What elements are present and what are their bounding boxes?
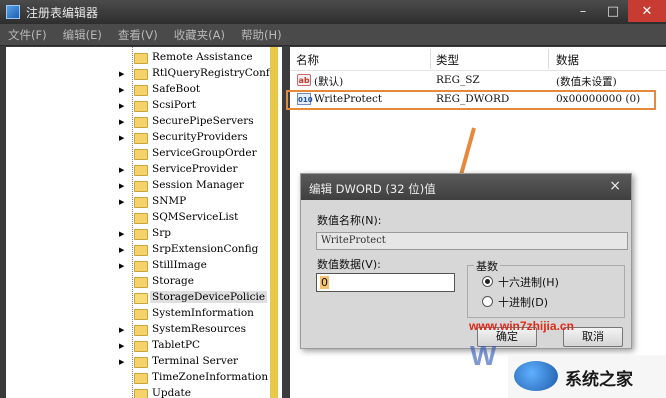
base-label: 基数 bbox=[474, 258, 500, 274]
watermark-logo-letter: W bbox=[470, 340, 497, 371]
watermark-brand: 系统之家 bbox=[565, 370, 633, 390]
value-name-label: 数值名称(N): bbox=[317, 214, 382, 227]
value-data-label: 数值数据(V): bbox=[317, 258, 381, 271]
hex-radio[interactable] bbox=[482, 276, 493, 287]
watermark-url: www.win7zhijia.cn bbox=[469, 319, 574, 333]
dialog-title: 编辑 DWORD (32 位)值 bbox=[309, 182, 436, 196]
decimal-radio-label[interactable]: 十进制(D) bbox=[498, 294, 548, 310]
value-data-text: 0 bbox=[320, 276, 329, 289]
watermark-badge: 系统之家 bbox=[508, 355, 666, 398]
base-group: 基数 十六进制(H) 十进制(D) bbox=[467, 258, 625, 318]
dialog-close-icon[interactable]: × bbox=[609, 178, 621, 194]
decimal-radio[interactable] bbox=[482, 296, 493, 307]
edit-dword-dialog: 编辑 DWORD (32 位)值 × 数值名称(N): WriteProtect… bbox=[300, 173, 632, 349]
value-data-input[interactable]: 0 bbox=[316, 273, 455, 292]
dialog-title-bar: 编辑 DWORD (32 位)值 × bbox=[301, 174, 631, 200]
value-name-field: WriteProtect bbox=[316, 232, 628, 250]
site-logo-icon bbox=[514, 361, 558, 391]
hex-radio-label[interactable]: 十六进制(H) bbox=[498, 274, 559, 290]
